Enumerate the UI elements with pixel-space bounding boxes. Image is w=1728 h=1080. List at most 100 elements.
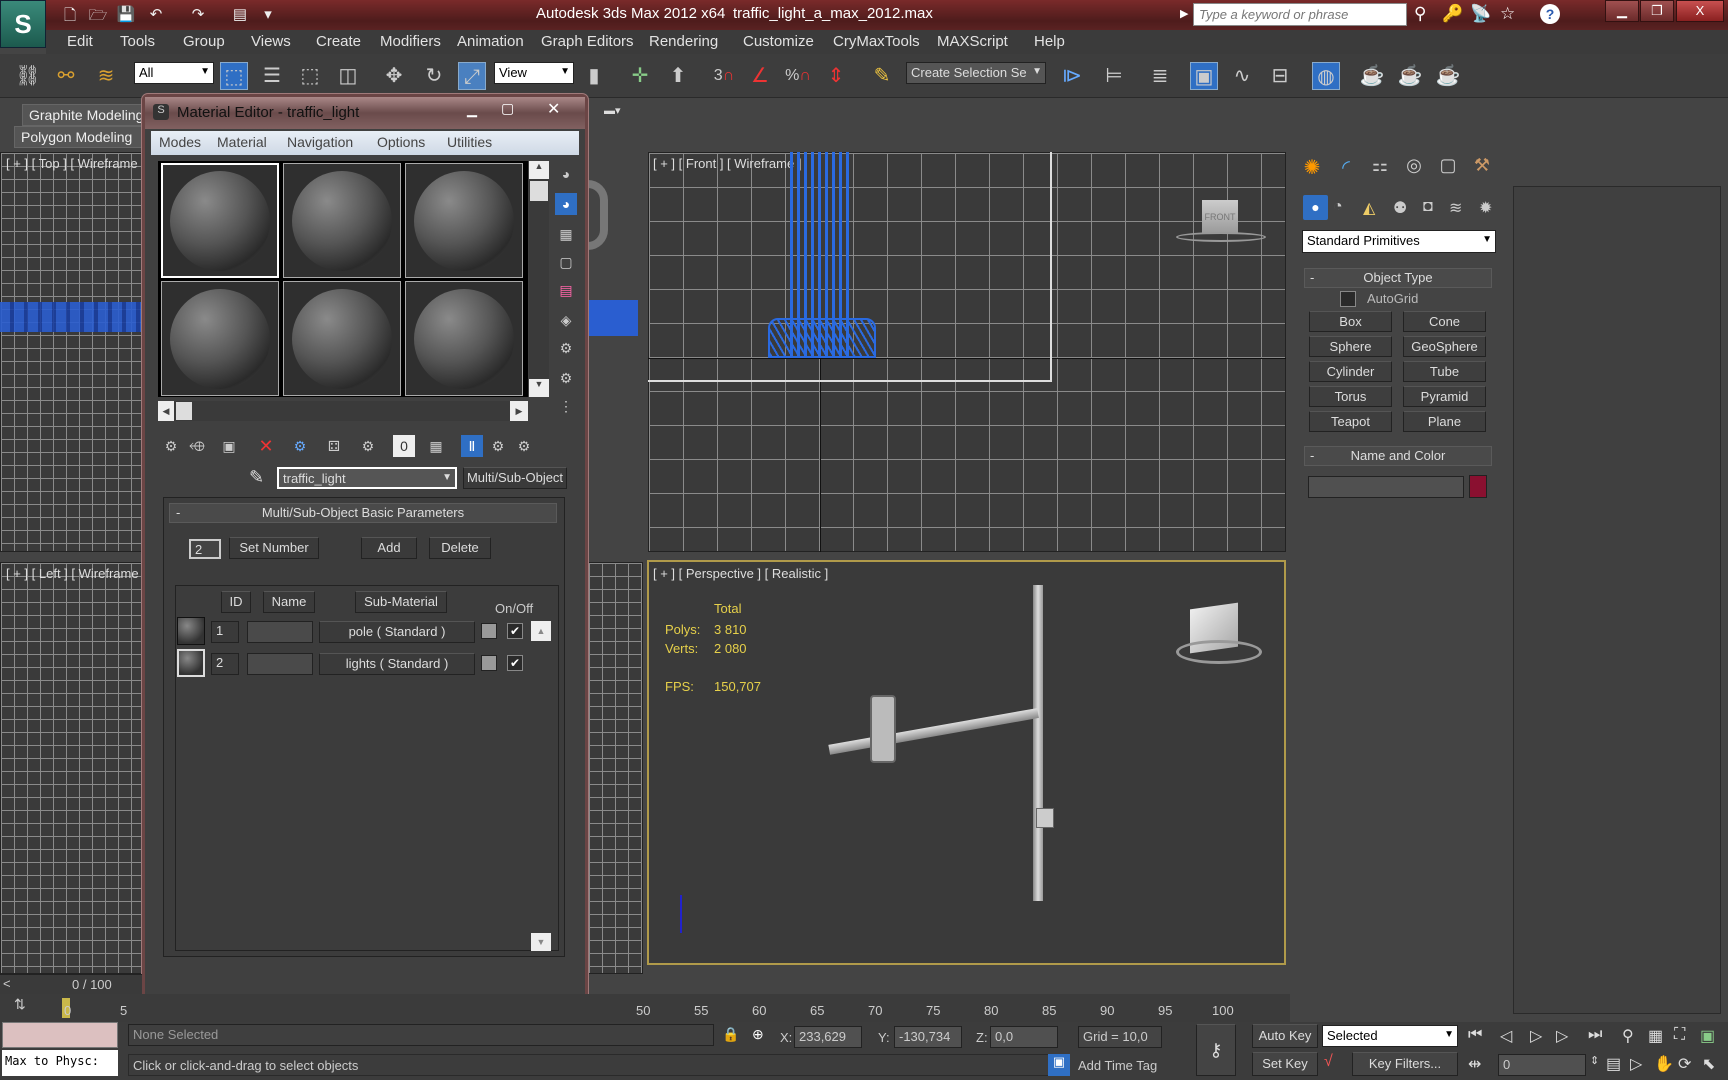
redo-icon[interactable]: ↷ [188,5,208,23]
sample-slot-6[interactable] [405,281,523,396]
sub-material-enable-2[interactable]: ✔ [507,655,523,671]
pan-view-icon[interactable]: ✋ [1654,1054,1674,1074]
go-to-start-icon[interactable]: ⏮ [1468,1026,1482,1044]
backlight-icon[interactable]: ◕ [555,193,577,215]
window-crossing-icon[interactable]: ◫ [334,62,362,90]
keyboard-shortcut-override-icon[interactable]: ⬆ [664,62,692,90]
list-scroll-up-icon[interactable]: ▲ [531,621,551,641]
select-manipulate-icon[interactable]: ✛ [626,62,654,90]
menu-edit[interactable]: Edit [67,33,93,50]
display-icon[interactable]: ▢ [1432,155,1464,185]
utilities-icon[interactable]: ⚒ [1466,155,1498,185]
viewport-left-label[interactable]: [ + ] [ Left ] [ Wireframe ] [6,566,146,581]
sample-uv-tiling-icon[interactable]: ▢ [555,251,577,273]
viewcube-front[interactable]: FRONT [1202,200,1238,234]
maxscript-listener-input[interactable]: Max to Physc: [2,1050,118,1076]
category-dropdown[interactable]: Standard Primitives [1302,230,1496,253]
autogrid-checkbox[interactable] [1340,291,1356,307]
sub-material-color-1[interactable] [481,623,497,639]
menu-animation[interactable]: Animation [457,33,524,50]
new-icon[interactable]: 🗋 [60,5,80,24]
menu-help[interactable]: Help [1034,33,1065,50]
rotate-icon[interactable]: ↻ [420,62,448,90]
time-slider-prev-icon[interactable]: < [3,976,11,991]
named-selection-set-dropdown[interactable]: Create Selection Se [906,62,1046,84]
align-icon[interactable]: ⊨ [1100,62,1128,90]
set-key-toggle-icon[interactable]: ⚷ [1196,1024,1236,1076]
pyramid-button[interactable]: Pyramid [1403,386,1486,407]
mated-maximize-button[interactable]: ▢ [501,100,514,117]
material-id-channel-icon[interactable]: ⚙ [357,435,379,457]
sample-slots-vscroll[interactable]: ▲ ▼ [529,161,549,397]
delete-button[interactable]: Delete [429,537,491,559]
ribbon-tab-graphite[interactable]: Graphite Modeling [22,104,143,126]
add-button[interactable]: Add [361,537,417,559]
sub-material-preview-2[interactable] [177,649,205,677]
maxscript-listener-output[interactable] [2,1022,118,1048]
material-name-dropdown[interactable]: traffic_light [277,467,457,489]
open-icon[interactable]: 🗁 [88,5,108,24]
bind-space-warp-icon[interactable]: ≋ [92,62,120,90]
open-mini-curve-editor-icon[interactable]: ⇅ [14,996,26,1013]
search-expand-icon[interactable]: ▶ [1180,7,1188,20]
play-icon[interactable]: ▷ [1530,1026,1542,1046]
helpers-icon[interactable]: ◘ [1423,198,1433,216]
schematic-view-icon[interactable]: ⊟ [1266,62,1294,90]
zoom-extents-all-icon[interactable]: ▣ [1700,1026,1715,1046]
sub-material-color-2[interactable] [481,655,497,671]
viewport-top[interactable] [0,152,142,552]
sub-material-column-header[interactable]: Sub-Material [355,591,447,613]
key-mode-dropdown[interactable]: Selected [1322,1025,1458,1047]
move-icon[interactable]: ✥ [380,62,408,90]
layer-manager-icon[interactable]: ≣ [1146,62,1174,90]
maximize-viewport-icon[interactable]: ⬉ [1702,1054,1715,1074]
add-time-tag-button[interactable]: Add Time Tag [1078,1058,1157,1073]
current-frame-input[interactable]: 0 [1498,1054,1586,1076]
app-menu-button[interactable]: S [0,0,46,48]
menu-graph-editors[interactable]: Graph Editors [541,33,634,50]
sub-material-enable-1[interactable]: ✔ [507,623,523,639]
auto-key-button[interactable]: Auto Key [1252,1024,1318,1048]
viewport-front[interactable] [648,152,1286,552]
select-by-material-icon[interactable]: ⚙ [555,367,577,389]
key-icon[interactable]: 🔑 [1442,4,1463,24]
menu-views[interactable]: Views [251,33,291,50]
make-preview-icon[interactable]: ◈ [555,309,577,331]
options-icon[interactable]: ⚙ [555,337,577,359]
edit-named-selection-icon[interactable]: ✎ [868,62,896,90]
z-coordinate-input[interactable]: 0,0 [990,1026,1058,1048]
cameras-icon[interactable]: ⚉ [1393,198,1407,218]
name-column-header[interactable]: Name [263,591,315,613]
name-and-color-rollout[interactable]: - Name and Color [1304,446,1492,466]
object-color-swatch[interactable] [1469,475,1487,498]
background-icon[interactable]: ▦ [555,223,577,245]
show-end-result-icon[interactable]: Ⅱ [461,435,483,457]
sub-material-id-1[interactable]: 1 [211,621,239,643]
mated-menu-modes[interactable]: Modes [159,134,201,150]
sub-material-name-1[interactable] [247,621,313,643]
menu-customize[interactable]: Customize [743,33,814,50]
object-name-input[interactable] [1308,476,1464,498]
video-color-check-icon[interactable]: ▤ [555,279,577,301]
time-slider[interactable]: < 0 / 100 [0,974,142,994]
mated-menu-material[interactable]: Material [217,134,267,150]
menu-group[interactable]: Group [183,33,225,50]
mated-menu-options[interactable]: Options [377,134,425,150]
sub-material-id-2[interactable]: 2 [211,653,239,675]
zoom-icon[interactable]: ⚲ [1622,1026,1634,1046]
help-icon[interactable]: ? [1540,4,1560,24]
hierarchy-icon[interactable]: ⚏ [1364,155,1396,185]
help-search-input[interactable]: Type a keyword or phrase [1193,3,1407,26]
key-mode-toggle-icon[interactable]: ⇹ [1468,1054,1481,1074]
viewport-top-label[interactable]: [ + ] [ Top ] [ Wireframe ] [6,156,145,171]
sample-slot-4[interactable] [161,281,279,396]
box-button[interactable]: Box [1309,311,1392,332]
save-icon[interactable]: 💾 [116,5,136,23]
rectangular-selection-icon[interactable]: ⬚ [296,62,324,90]
go-forward-sibling-icon[interactable]: ⚙ [513,435,535,457]
viewcube-ring-perspective[interactable] [1176,640,1262,664]
hscroll-thumb[interactable] [176,402,192,420]
geosphere-button[interactable]: GeoSphere [1403,336,1486,357]
material-editor-titlebar[interactable]: S Material Editor - traffic_light ▁ ▢ ✕ [145,97,585,129]
cone-button[interactable]: Cone [1403,311,1486,332]
